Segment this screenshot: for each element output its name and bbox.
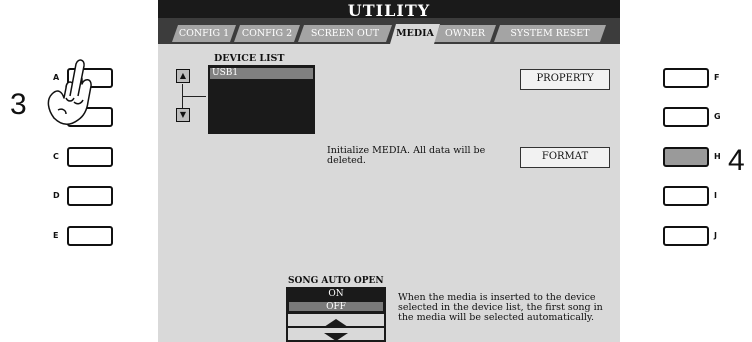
- button-label-g: G: [714, 112, 721, 121]
- tab-owner[interactable]: OWNER: [434, 25, 496, 42]
- tab-screen-out[interactable]: SCREEN OUT: [298, 25, 392, 42]
- format-button[interactable]: FORMAT: [520, 147, 610, 168]
- song-auto-open-label: SONG AUTO OPEN: [288, 276, 384, 286]
- device-list: USB1: [208, 65, 315, 134]
- button-j[interactable]: [663, 226, 709, 246]
- auto-open-option-off[interactable]: OFF: [288, 301, 384, 312]
- song-auto-open-panel: ON OFF: [286, 287, 386, 342]
- button-label-c: C: [53, 152, 59, 161]
- step-number-4: 4: [728, 144, 745, 177]
- tab-system-reset[interactable]: SYSTEM RESET: [494, 25, 606, 42]
- button-g[interactable]: [663, 107, 709, 127]
- tab-bar: CONFIG 1 CONFIG 2 SCREEN OUT OWNER SYSTE…: [158, 18, 620, 44]
- list-up-button[interactable]: ▲: [176, 69, 190, 83]
- button-c[interactable]: [67, 147, 113, 167]
- step-number-3: 3: [10, 88, 27, 121]
- screen-title: UTILITY: [347, 1, 431, 20]
- format-message: Initialize MEDIA. All data will be delet…: [327, 145, 486, 166]
- auto-open-down-button[interactable]: [288, 328, 384, 341]
- pointing-hand-icon: [47, 59, 92, 125]
- button-e[interactable]: [67, 226, 113, 246]
- device-item-usb1[interactable]: USB1: [210, 68, 313, 79]
- scroll-indicator: [182, 96, 206, 97]
- button-h[interactable]: [663, 147, 709, 167]
- tab-config-1[interactable]: CONFIG 1: [172, 25, 236, 42]
- triangle-down-icon: [324, 333, 348, 341]
- button-f[interactable]: [663, 68, 709, 88]
- utility-screen: UTILITY CONFIG 1 CONFIG 2 SCREEN OUT OWN…: [158, 0, 620, 342]
- button-label-i: I: [714, 191, 717, 200]
- tab-config-2[interactable]: CONFIG 2: [234, 25, 300, 42]
- device-list-label: DEVICE LIST: [214, 53, 285, 64]
- property-button[interactable]: PROPERTY: [520, 69, 610, 90]
- tab-media[interactable]: MEDIA: [390, 24, 440, 44]
- button-label-e: E: [53, 231, 59, 240]
- button-label-f: F: [714, 73, 720, 82]
- button-i[interactable]: [663, 186, 709, 206]
- button-label-d: D: [53, 191, 60, 200]
- auto-open-description: When the media is inserted to the device…: [398, 292, 603, 323]
- button-label-h: H: [714, 152, 721, 161]
- auto-open-option-on[interactable]: ON: [288, 289, 384, 300]
- button-label-j: J: [714, 231, 717, 240]
- list-down-button[interactable]: ▼: [176, 108, 190, 122]
- auto-open-up-button[interactable]: [288, 314, 384, 327]
- button-d[interactable]: [67, 186, 113, 206]
- title-bar: UTILITY: [158, 0, 620, 20]
